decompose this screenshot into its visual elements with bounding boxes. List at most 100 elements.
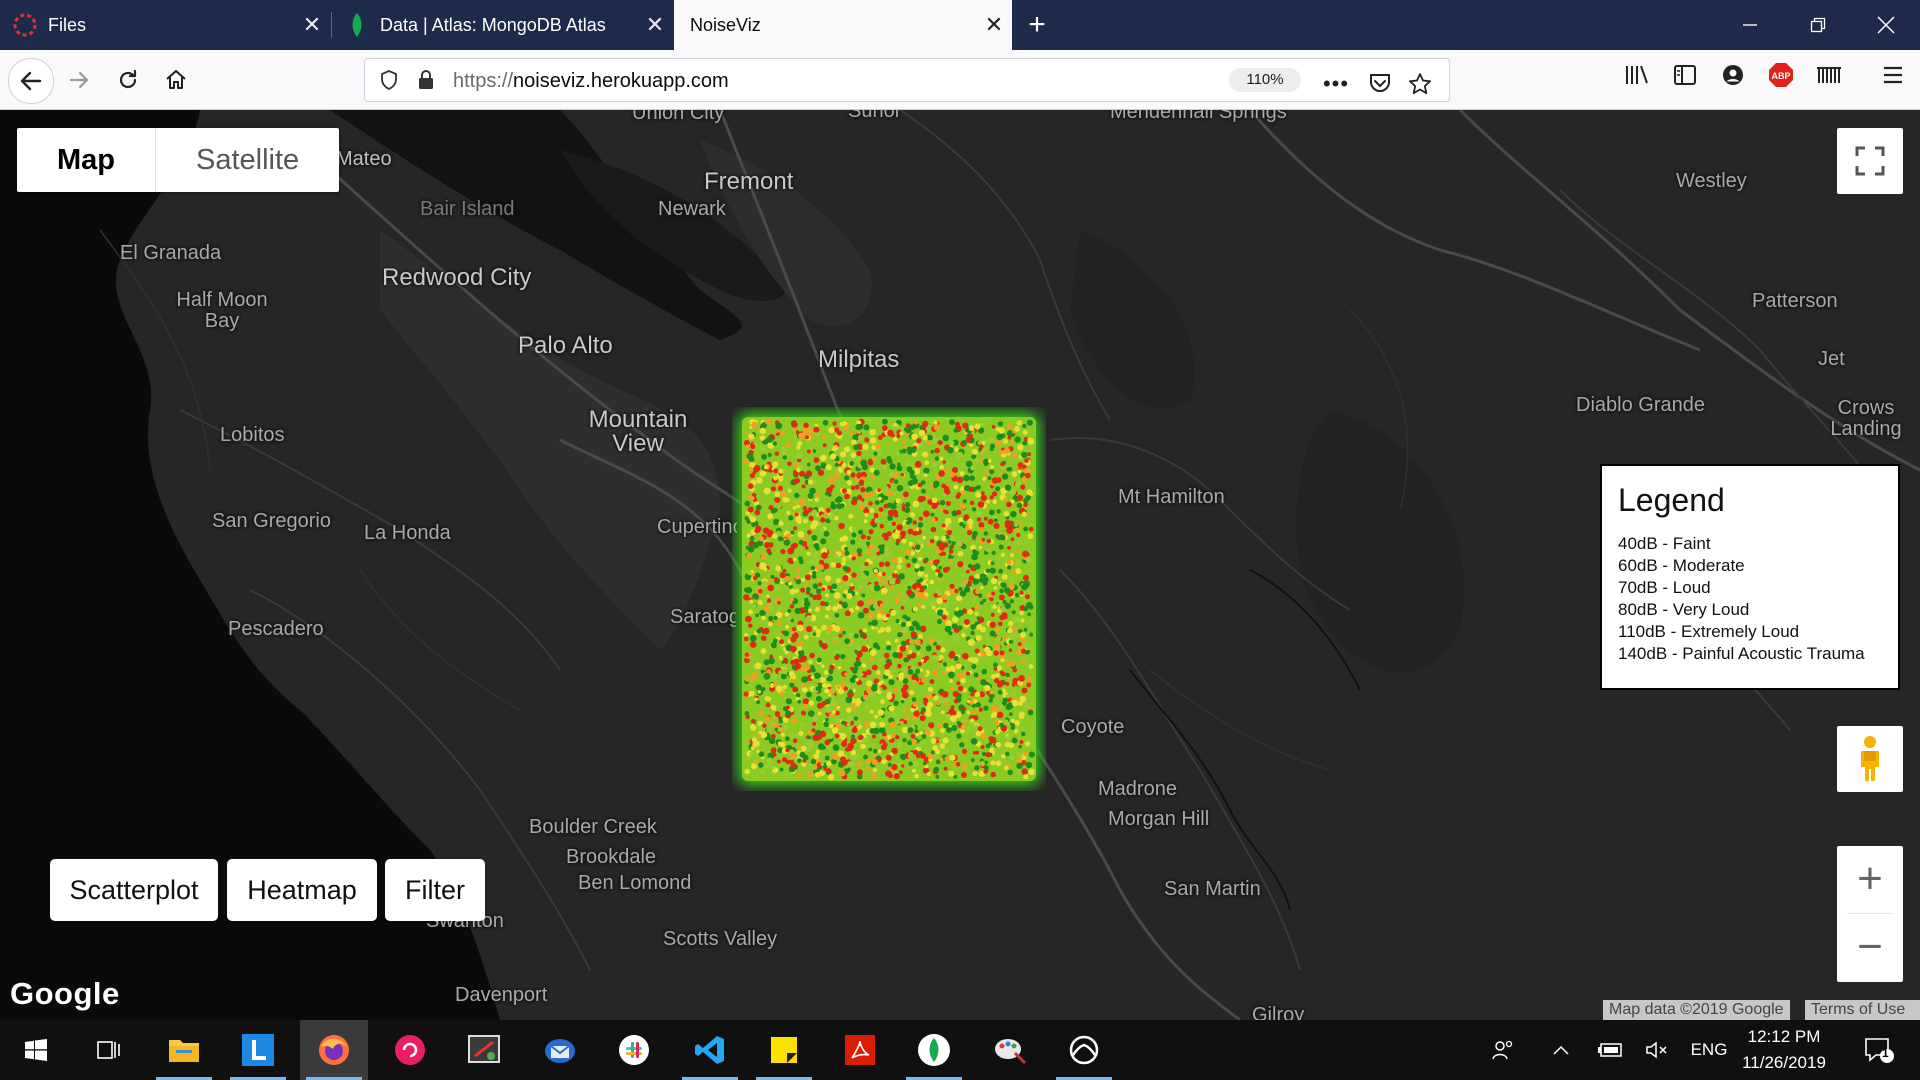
noise-point — [901, 538, 907, 544]
noise-point — [982, 476, 987, 481]
noise-point — [953, 428, 959, 433]
noise-point — [981, 668, 988, 675]
task-view-button[interactable] — [74, 1020, 142, 1080]
hamburger-menu-icon[interactable] — [1878, 60, 1908, 90]
noise-point — [899, 753, 906, 760]
volume-button[interactable] — [1642, 1020, 1672, 1080]
system-clock[interactable]: 12:12 PM 11/26/2019 — [1720, 1024, 1848, 1076]
noise-point — [1000, 658, 1005, 663]
noise-point — [850, 704, 857, 711]
map-canvas[interactable]: Union City Sunol Mendenhall Springs Mate… — [0, 110, 1920, 1020]
filter-button[interactable]: Filter — [385, 859, 485, 921]
start-button[interactable] — [2, 1020, 70, 1080]
show-hidden-icons-button[interactable] — [1546, 1020, 1576, 1080]
home-button[interactable] — [154, 58, 198, 102]
noise-point — [949, 583, 955, 589]
library-icon[interactable] — [1622, 60, 1652, 90]
noise-point — [830, 694, 836, 700]
scatterplot-button[interactable]: Scatterplot — [50, 859, 218, 921]
account-icon[interactable] — [1718, 60, 1748, 90]
close-window-button[interactable] — [1852, 0, 1920, 50]
noise-point — [927, 753, 934, 760]
noise-point — [790, 762, 797, 769]
fullscreen-button[interactable] — [1837, 128, 1903, 194]
noise-point — [750, 496, 755, 501]
zoom-in-button[interactable]: + — [1837, 846, 1903, 912]
zoom-level-badge[interactable]: 110% — [1229, 68, 1301, 92]
map-type-satellite-button[interactable]: Satellite — [156, 128, 339, 192]
noise-point — [938, 464, 944, 470]
taskbar-slack[interactable] — [600, 1020, 668, 1080]
people-button[interactable] — [1486, 1020, 1520, 1080]
noise-point — [919, 715, 926, 722]
close-tab-icon[interactable]: ✕ — [294, 12, 330, 38]
taskbar-mongodb-compass[interactable] — [900, 1020, 968, 1080]
taskbar-rotate-app[interactable] — [376, 1020, 444, 1080]
noise-point — [836, 578, 841, 584]
taskbar-sticky-notes[interactable] — [750, 1020, 818, 1080]
noise-point — [862, 694, 869, 701]
lock-icon[interactable] — [417, 69, 435, 91]
bookmark-star-icon[interactable] — [1405, 69, 1435, 99]
taskbar-paint[interactable] — [976, 1020, 1044, 1080]
noise-point — [876, 645, 881, 650]
noise-point — [801, 484, 806, 489]
taskbar-firefox[interactable] — [300, 1020, 368, 1080]
noise-point — [841, 720, 846, 725]
url-text[interactable]: https://noiseviz.herokuapp.com — [453, 70, 729, 93]
noise-point — [886, 694, 893, 700]
close-tab-icon[interactable]: ✕ — [976, 12, 1012, 38]
restore-button[interactable] — [1784, 0, 1852, 50]
new-tab-button[interactable]: + — [1010, 0, 1064, 50]
noise-point — [980, 494, 987, 502]
reload-button[interactable] — [106, 58, 150, 102]
noise-point — [800, 745, 807, 752]
taskbar-launcher-l[interactable] — [224, 1020, 292, 1080]
back-button[interactable] — [8, 58, 54, 104]
noise-point — [949, 754, 956, 761]
adblock-plus-icon[interactable]: ABP — [1766, 60, 1796, 90]
noise-point — [860, 459, 867, 467]
close-tab-icon[interactable]: ✕ — [637, 12, 673, 38]
page-actions-menu-icon[interactable]: ••• — [1321, 69, 1351, 99]
sidebar-icon[interactable] — [1670, 60, 1700, 90]
tracking-protection-shield-icon[interactable] — [379, 70, 399, 90]
tab-mongodb-atlas[interactable]: Data | Atlas: MongoDB Atlas ✕ — [332, 0, 673, 50]
street-view-pegman-button[interactable] — [1837, 726, 1903, 792]
forward-button[interactable] — [58, 58, 102, 102]
noise-point — [810, 664, 815, 670]
heatmap-button[interactable]: Heatmap — [227, 859, 377, 921]
extension-barcode-icon[interactable] — [1814, 60, 1844, 90]
noise-point — [914, 544, 921, 550]
tab-files[interactable]: Files ✕ — [0, 0, 330, 50]
taskbar-acrobat[interactable] — [826, 1020, 894, 1080]
tab-noiseviz[interactable]: NoiseViz ✕ — [674, 0, 1012, 50]
noise-point — [904, 549, 912, 556]
url-bar[interactable]: https://noiseviz.herokuapp.com 110% ••• — [364, 58, 1450, 102]
noise-point — [1019, 695, 1027, 703]
action-center-button[interactable]: 1 — [1856, 1020, 1902, 1080]
noise-point — [876, 755, 881, 760]
noise-point — [798, 696, 804, 701]
noise-point — [968, 433, 973, 438]
map-attribution[interactable]: Map data ©2019 Google — [1603, 1000, 1790, 1020]
taskbar-xbox[interactable] — [1050, 1020, 1118, 1080]
noise-point — [918, 429, 926, 437]
noise-point — [850, 485, 856, 491]
battery-button[interactable] — [1594, 1020, 1628, 1080]
noise-data-overlay[interactable] — [732, 407, 1046, 791]
minimize-button[interactable] — [1716, 0, 1784, 50]
taskbar-snipping-tool[interactable] — [450, 1020, 518, 1080]
google-logo[interactable]: Google — [10, 976, 120, 1012]
taskbar-file-explorer[interactable] — [150, 1020, 218, 1080]
map-type-map-button[interactable]: Map — [17, 128, 156, 192]
taskbar-vscode[interactable] — [676, 1020, 744, 1080]
noise-point — [995, 439, 1002, 446]
terms-of-use-link[interactable]: Terms of Use — [1805, 1000, 1920, 1020]
noise-point — [1011, 471, 1018, 477]
noise-point — [953, 656, 959, 662]
taskbar-thunderbird[interactable] — [526, 1020, 594, 1080]
zoom-out-button[interactable]: − — [1837, 914, 1903, 980]
noise-point — [981, 491, 985, 496]
pocket-icon[interactable] — [1365, 69, 1395, 99]
